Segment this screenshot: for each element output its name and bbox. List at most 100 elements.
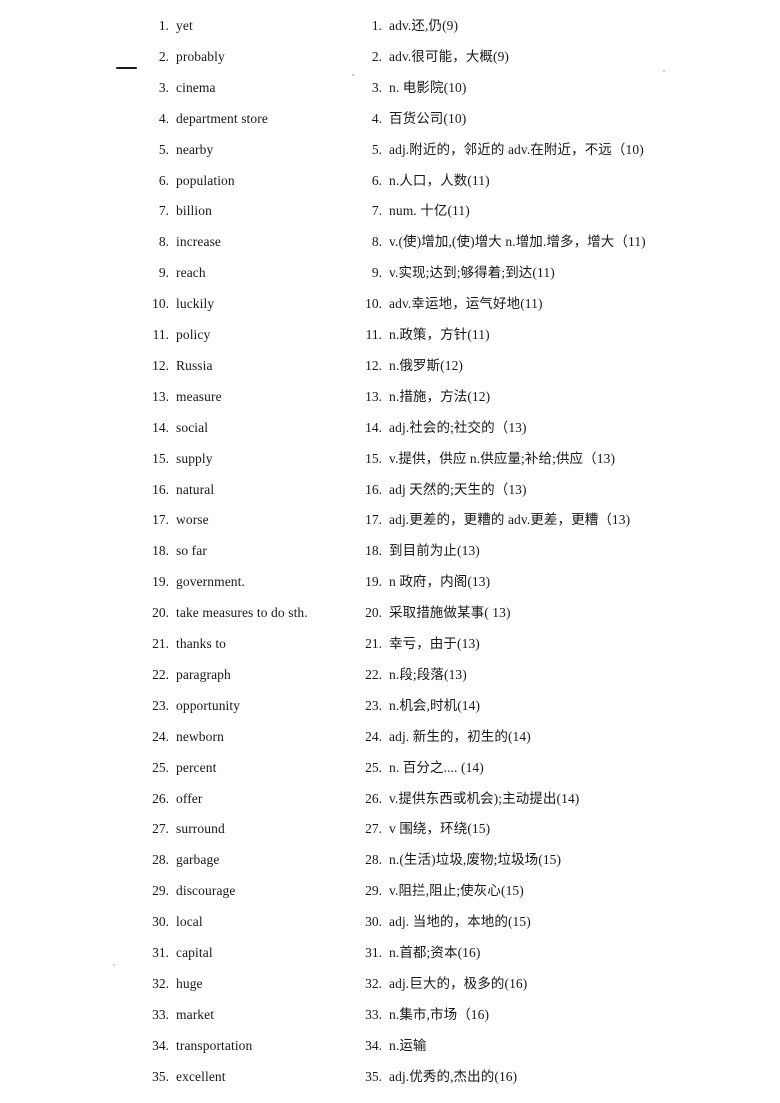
chinese-definition: n.人口，人数(11)	[389, 172, 490, 188]
english-term: offer	[176, 790, 203, 806]
english-term: take measures to do sth.	[176, 605, 308, 621]
vocabulary-row: 2. probably 2. adv.很可能，大概(9)	[0, 47, 780, 78]
vocabulary-row: 28. garbage 28. n.(生活)垃圾,废物;垃圾场(15)	[0, 850, 780, 881]
english-term: market	[176, 1006, 215, 1022]
vocabulary-row: 14. social 14. adj.社会的;社交的（13)	[0, 418, 780, 449]
chinese-definition: adv.幸运地，运气好地(11)	[389, 296, 543, 312]
chinese-definition: adj. 新生的，初生的(14)	[389, 728, 531, 744]
entry-number-chinese: 12.	[365, 357, 382, 373]
chinese-definition: adj.更差的，更糟的 adv.更差，更糟（13)	[389, 512, 631, 528]
entry-number-english: 6.	[158, 172, 169, 188]
chinese-definition: 幸亏，由于(13)	[389, 636, 480, 651]
vocabulary-row: 32. huge 32. adj.巨大的，极多的(16)	[0, 974, 780, 1005]
entry-number-english: 2.	[158, 48, 169, 64]
vocabulary-row: 16. natural 16. adj 天然的;天生的（13)	[0, 480, 780, 511]
english-term: transportation	[176, 1037, 253, 1053]
vocabulary-row: 8. increase 8. v.(使)增加,(使)增大 n.增加.增多，增大（11)	[0, 232, 780, 263]
vocabulary-row: 33. market 33. n.集市,市场（16)	[0, 1005, 780, 1036]
vocabulary-row: 13. measure 13. n.措施，方法(12)	[0, 387, 780, 418]
vocabulary-row: 24. newborn 24. adj. 新生的，初生的(14)	[0, 727, 780, 758]
entry-number-chinese: 14.	[365, 419, 382, 435]
english-term: thanks to	[176, 636, 227, 651]
entry-number-chinese: 4.	[371, 110, 382, 126]
chinese-definition: adj.社会的;社交的（13)	[389, 419, 527, 435]
vocabulary-row: 17. worse 17. adj.更差的，更糟的 adv.更差，更糟（13)	[0, 510, 780, 541]
entry-number-english: 3.	[158, 79, 169, 95]
entry-number-english: 17.	[152, 512, 169, 528]
entry-number-english: 15.	[152, 450, 169, 466]
vocabulary-row: 30. local 30. adj. 当地的，本地的(15)	[0, 912, 780, 943]
chinese-definition: n.政策，方针(11)	[389, 327, 490, 342]
entry-number-english: 8.	[158, 234, 169, 250]
english-term: huge	[176, 975, 203, 991]
vocabulary-row: 9. reach 9. v.实现;达到;够得着;到达(11)	[0, 263, 780, 294]
chinese-definition: n. 百分之.... (14)	[389, 759, 484, 775]
vocabulary-row: 19. government. 19. n 政府，内阁(13)	[0, 572, 780, 603]
chinese-definition: n.俄罗斯(12)	[389, 357, 464, 373]
entry-number-english: 1.	[158, 18, 169, 33]
entry-number-english: 16.	[152, 481, 169, 497]
chinese-definition: 百货公司(10)	[389, 110, 467, 126]
english-term: increase	[176, 234, 222, 250]
entry-number-english: 18.	[152, 543, 169, 559]
vocabulary-row: 18. so far 18. 到目前为止(13)	[0, 541, 780, 572]
entry-number-chinese: 35.	[365, 1068, 382, 1084]
vocabulary-row: 12. Russia 12. n.俄罗斯(12)	[0, 356, 780, 387]
chinese-definition: v.实现;达到;够得着;到达(11)	[389, 265, 555, 281]
entry-number-chinese: 6.	[371, 172, 382, 188]
entry-number-english: 29.	[152, 883, 169, 899]
english-term: measure	[176, 388, 222, 404]
chinese-definition: adj 天然的;天生的（13)	[389, 481, 527, 497]
entry-number-chinese: 30.	[365, 914, 382, 930]
entry-number-chinese: 25.	[365, 759, 382, 775]
english-term: reach	[176, 265, 206, 281]
vocabulary-row: 25. percent 25. n. 百分之.... (14)	[0, 758, 780, 789]
entry-number-chinese: 27.	[365, 821, 382, 837]
chinese-definition: adj.巨大的，极多的(16)	[389, 975, 528, 991]
entry-number-chinese: 23.	[365, 697, 382, 713]
entry-number-english: 33.	[152, 1006, 169, 1022]
chinese-definition: adj. 当地的，本地的(15)	[389, 914, 531, 930]
english-term: natural	[176, 481, 215, 497]
entry-number-english: 27.	[152, 821, 169, 837]
entry-number-english: 20.	[152, 605, 169, 621]
entry-number-english: 9.	[158, 265, 169, 281]
english-term: garbage	[176, 852, 220, 868]
english-term: yet	[176, 18, 193, 33]
vocabulary-row: 4. department store 4. 百货公司(10)	[0, 109, 780, 140]
english-term: cinema	[176, 79, 216, 95]
english-term: surround	[176, 821, 225, 837]
entry-number-chinese: 15.	[365, 450, 382, 466]
entry-number-english: 22.	[152, 666, 169, 682]
english-term: social	[176, 419, 209, 435]
chinese-definition: adj.附近的，邻近的 adv.在附近，不远（10)	[389, 141, 644, 157]
english-term: opportunity	[176, 697, 241, 713]
english-term: capital	[176, 945, 213, 960]
chinese-definition: 到目前为止(13)	[389, 543, 480, 559]
vocabulary-row: 10. luckily 10. adv.幸运地，运气好地(11)	[0, 294, 780, 325]
entry-number-chinese: 7.	[371, 203, 382, 219]
vocabulary-row: 20. take measures to do sth. 20. 采取措施做某事( 1…	[0, 603, 780, 634]
chinese-definition: v.(使)增加,(使)增大 n.增加.增多，增大（11)	[389, 234, 646, 250]
entry-number-chinese: 1.	[371, 18, 382, 33]
vocabulary-row: 7. billion 7. num. 十亿(11)	[0, 201, 780, 232]
vocabulary-row: 26. offer 26. v.提供东西或机会);主动提出(14)	[0, 789, 780, 820]
entry-number-english: 23.	[152, 697, 169, 713]
vocabulary-row: 22. paragraph 22. n.段;段落(13)	[0, 665, 780, 696]
english-term: so far	[176, 543, 207, 559]
chinese-definition: num. 十亿(11)	[389, 203, 470, 219]
vocabulary-row: 6. population 6. n.人口，人数(11)	[0, 171, 780, 202]
entry-number-chinese: 3.	[371, 79, 382, 95]
chinese-definition: n.运输	[389, 1037, 427, 1053]
entry-number-chinese: 29.	[365, 883, 382, 899]
vocabulary-row: 5. nearby 5. adj.附近的，邻近的 adv.在附近，不远（10)	[0, 140, 780, 171]
entry-number-english: 5.	[158, 141, 169, 157]
entry-number-chinese: 20.	[365, 605, 382, 621]
vocabulary-row: 15. supply 15. v.提供，供应 n.供应量;补给;供应（13)	[0, 449, 780, 480]
english-term: government.	[176, 574, 245, 590]
entry-number-chinese: 18.	[365, 543, 382, 559]
chinese-definition: n.(生活)垃圾,废物;垃圾场(15)	[389, 852, 562, 868]
vocabulary-row: 1. yet 1. adv.还,仍(9)	[0, 16, 780, 47]
entry-number-chinese: 5.	[371, 141, 382, 157]
chinese-definition: v.提供东西或机会);主动提出(14)	[389, 790, 580, 806]
